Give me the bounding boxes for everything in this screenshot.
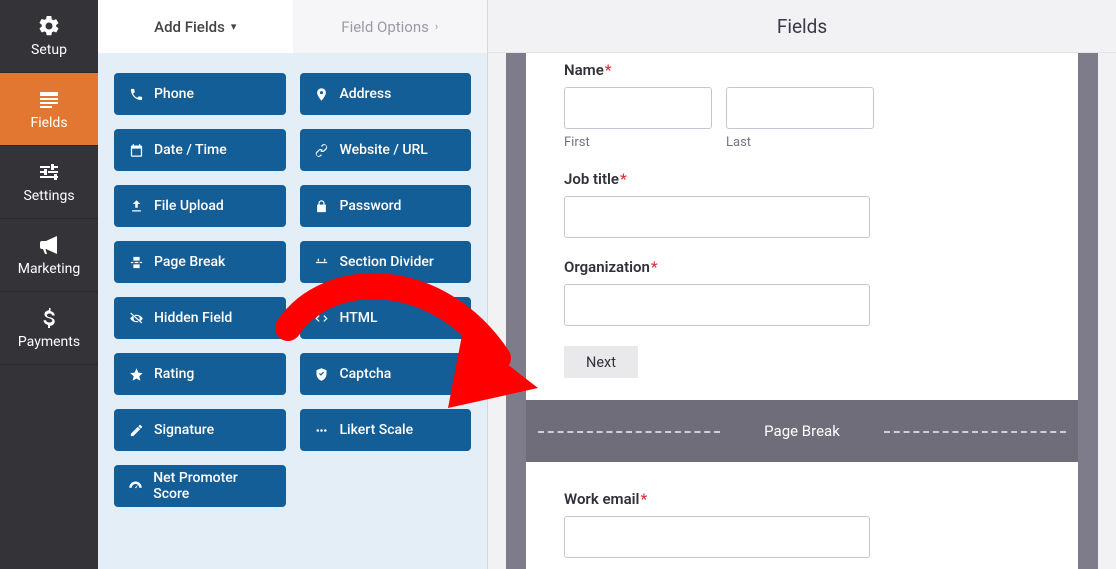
- field-address[interactable]: Address: [300, 73, 472, 115]
- field-nps[interactable]: Net Promoter Score: [114, 465, 286, 507]
- form-page-1: Name* First Last: [526, 53, 1078, 400]
- field-label: Hidden Field: [154, 310, 232, 326]
- nav-item-fields[interactable]: Fields: [0, 73, 98, 146]
- fields-panel: Add Fields ▾ Field Options › Phone Addre…: [98, 0, 488, 569]
- field-label: Section Divider: [340, 254, 434, 270]
- field-file-upload[interactable]: File Upload: [114, 185, 286, 227]
- field-password[interactable]: Password: [300, 185, 472, 227]
- last-name-input[interactable]: [726, 87, 874, 129]
- field-label: Rating: [154, 366, 194, 382]
- field-html[interactable]: HTML: [300, 297, 472, 339]
- panel-tabs: Add Fields ▾ Field Options ›: [98, 0, 487, 53]
- nav-item-setup[interactable]: Setup: [0, 0, 98, 73]
- field-website[interactable]: Website / URL: [300, 129, 472, 171]
- field-label: Net Promoter Score: [153, 470, 271, 502]
- field-captcha[interactable]: Captcha: [300, 353, 472, 395]
- form-icon: [37, 87, 61, 111]
- field-phone[interactable]: Phone: [114, 73, 286, 115]
- page-break-row[interactable]: Page Break: [526, 400, 1078, 462]
- nav-item-settings[interactable]: Settings: [0, 146, 98, 219]
- field-rating[interactable]: Rating: [114, 353, 286, 395]
- field-label: Website / URL: [340, 142, 428, 158]
- topbar: Fields: [488, 0, 1116, 53]
- star-icon: [128, 366, 144, 382]
- work-email-label: Work email*: [564, 490, 1040, 508]
- organization-input[interactable]: [564, 284, 870, 326]
- field-label: File Upload: [154, 198, 224, 214]
- phone-icon: [128, 86, 144, 102]
- first-sublabel: First: [564, 135, 712, 150]
- shield-icon: [314, 366, 330, 382]
- preview-area: Fields Name* First Last: [488, 0, 1116, 569]
- field-label: Address: [340, 86, 392, 102]
- field-likert[interactable]: Likert Scale: [300, 409, 472, 451]
- nav-label: Setup: [31, 42, 67, 58]
- field-page-break[interactable]: Page Break: [114, 241, 286, 283]
- gauge-icon: [128, 478, 143, 494]
- nav-label: Payments: [18, 334, 80, 350]
- eye-slash-icon: [128, 310, 144, 326]
- field-label: Captcha: [340, 366, 392, 382]
- field-label: HTML: [340, 310, 378, 326]
- nav-item-payments[interactable]: Payments: [0, 292, 98, 365]
- pagebreak-icon: [128, 254, 144, 270]
- calendar-icon: [128, 142, 144, 158]
- pencil-icon: [128, 422, 144, 438]
- form-canvas: Name* First Last: [506, 53, 1098, 569]
- first-name-input[interactable]: [564, 87, 712, 129]
- nav-label: Settings: [23, 188, 74, 204]
- last-sublabel: Last: [726, 135, 874, 150]
- field-label: Signature: [154, 422, 214, 438]
- field-signature[interactable]: Signature: [114, 409, 286, 451]
- dots-icon: [314, 422, 330, 438]
- page-break-label: Page Break: [764, 422, 840, 440]
- tab-label: Field Options: [341, 18, 429, 36]
- pin-icon: [314, 86, 330, 102]
- work-email-input[interactable]: [564, 516, 870, 558]
- organization-label: Organization*: [564, 258, 1040, 276]
- nav-item-marketing[interactable]: Marketing: [0, 219, 98, 292]
- field-label: Phone: [154, 86, 194, 102]
- field-label: Page Break: [154, 254, 225, 270]
- job-title-input[interactable]: [564, 196, 870, 238]
- gear-icon: [37, 14, 61, 38]
- tab-label: Add Fields: [154, 18, 225, 36]
- upload-icon: [128, 198, 144, 214]
- name-label: Name*: [564, 61, 1040, 79]
- field-hidden[interactable]: Hidden Field: [114, 297, 286, 339]
- fields-grid: Phone Address Date / Time Website / URL …: [98, 53, 487, 527]
- form-page-2: Work email*: [526, 462, 1078, 569]
- dollar-icon: [37, 306, 61, 330]
- chevron-down-icon: ▾: [231, 20, 237, 33]
- nav-label: Marketing: [18, 261, 81, 277]
- sliders-icon: [37, 160, 61, 184]
- lock-icon: [314, 198, 330, 214]
- job-title-label: Job title*: [564, 170, 1040, 188]
- field-label: Likert Scale: [340, 422, 414, 438]
- left-nav: Setup Fields Settings Marketing Payments: [0, 0, 98, 569]
- link-icon: [314, 142, 330, 158]
- page-title: Fields: [777, 15, 827, 38]
- chevron-right-icon: ›: [435, 20, 438, 33]
- field-label: Date / Time: [154, 142, 227, 158]
- code-icon: [314, 310, 330, 326]
- field-label: Password: [340, 198, 402, 214]
- divider-icon: [314, 254, 330, 270]
- tab-field-options[interactable]: Field Options ›: [293, 0, 488, 53]
- field-section-divider[interactable]: Section Divider: [300, 241, 472, 283]
- tab-add-fields[interactable]: Add Fields ▾: [98, 0, 293, 53]
- next-button[interactable]: Next: [564, 346, 638, 378]
- field-date-time[interactable]: Date / Time: [114, 129, 286, 171]
- nav-label: Fields: [30, 115, 67, 131]
- bullhorn-icon: [37, 233, 61, 257]
